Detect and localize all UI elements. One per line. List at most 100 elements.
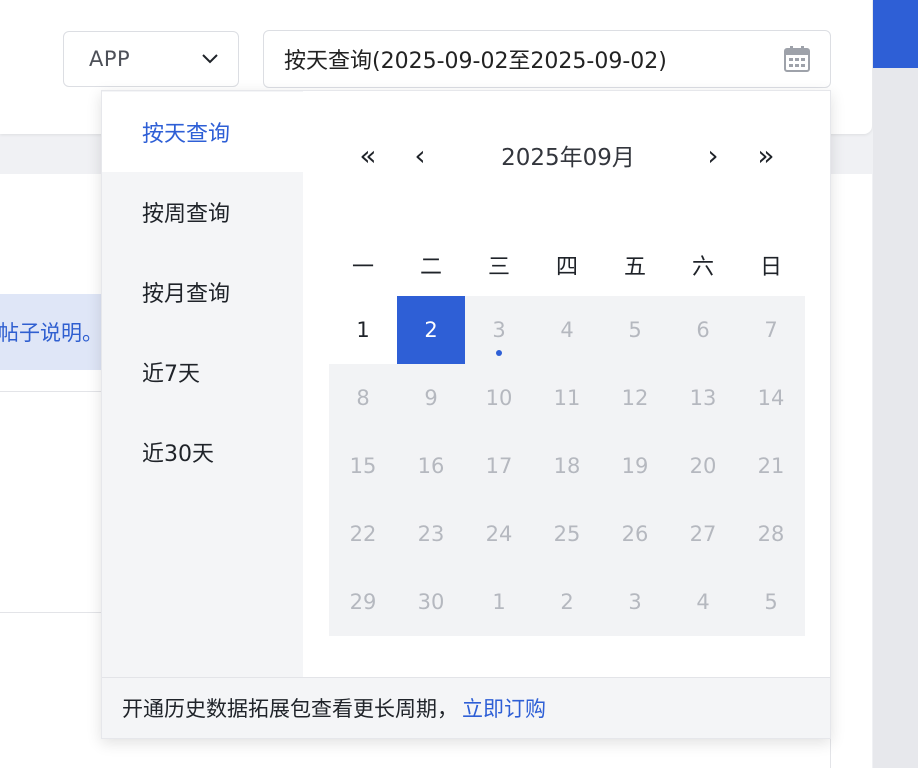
calendar-day: 1 — [465, 568, 533, 636]
calendar-day-label: 4 — [560, 318, 574, 342]
divider — [0, 391, 110, 392]
weekday-label: 六 — [691, 255, 714, 280]
quick-option-by-month[interactable]: 按月查询 — [102, 252, 303, 332]
calendar-day-label: 4 — [696, 590, 710, 614]
quick-option-by-week[interactable]: 按周查询 — [102, 172, 303, 252]
quick-range-menu: 按天查询 按周查询 按月查询 近7天 近30天 — [102, 91, 303, 677]
calendar-day-label: 2 — [560, 590, 574, 614]
calendar-day-label: 5 — [764, 590, 778, 614]
calendar-day-label: 7 — [764, 318, 778, 342]
calendar-day: 30 — [397, 568, 465, 636]
calendar-day-label: 26 — [621, 522, 649, 546]
calendar-day-label: 15 — [349, 454, 377, 478]
calendar-day: 5 — [737, 568, 805, 636]
calendar-day-selected[interactable]: 2 — [397, 296, 465, 364]
prev-month-button[interactable]: ‹ — [400, 135, 440, 175]
right-side-panel — [873, 68, 918, 768]
calendar-day-label: 10 — [485, 386, 513, 410]
calendar-day: 25 — [533, 500, 601, 568]
month-title: 2025年09月 — [501, 145, 635, 171]
calendar-day: 17 — [465, 432, 533, 500]
calendar-day: 2 — [533, 568, 601, 636]
calendar-day-label: 28 — [757, 522, 785, 546]
calendar-day-label: 1 — [356, 318, 370, 342]
calendar-day-label: 14 — [757, 386, 785, 410]
calendar-day-label: 27 — [689, 522, 717, 546]
calendar-day: 29 — [329, 568, 397, 636]
calendar-day-grid: 1 2 3 4 5 6 7 8 9 10 11 12 13 14 15 16 17 18 19 20 21 22 23 24 2… — [329, 296, 805, 636]
calendar-day-label: 1 — [492, 590, 506, 614]
calendar-day: 20 — [669, 432, 737, 500]
calendar-day-label: 3 — [628, 590, 642, 614]
quick-option-last-7-days[interactable]: 近7天 — [102, 332, 303, 412]
prev-year-button[interactable]: « — [348, 135, 388, 175]
platform-select[interactable]: APP — [63, 31, 239, 87]
calendar-day-label: 2 — [424, 318, 438, 342]
calendar-day-label: 18 — [553, 454, 581, 478]
calendar-day: 6 — [669, 296, 737, 364]
calendar-day: 15 — [329, 432, 397, 500]
calendar-day: 13 — [669, 364, 737, 432]
date-range-value: 按天查询(2025-09-02至2025-09-02) — [284, 49, 667, 74]
calendar-day: 7 — [737, 296, 805, 364]
calendar-day: 10 — [465, 364, 533, 432]
calendar-day-label: 24 — [485, 522, 513, 546]
calendar-day: 8 — [329, 364, 397, 432]
calendar-day-label: 6 — [696, 318, 710, 342]
calendar-day-label: 23 — [417, 522, 445, 546]
calendar-icon[interactable] — [784, 46, 810, 72]
notice-text: 帖子说明。 — [0, 321, 103, 345]
calendar-day-label: 9 — [424, 386, 438, 410]
next-month-button[interactable]: › — [693, 135, 733, 175]
calendar-day: 11 — [533, 364, 601, 432]
calendar-day: 24 — [465, 500, 533, 568]
calendar-day: 4 — [533, 296, 601, 364]
calendar-day: 3 — [601, 568, 669, 636]
notice-banner: 帖子说明。 — [0, 294, 110, 370]
calendar-day-label: 19 — [621, 454, 649, 478]
calendar-panel: « ‹ 2025年09月 › » 一 二 三 四 五 六 日 123456789… — [303, 91, 830, 677]
calendar-day-label: 29 — [349, 590, 377, 614]
subscribe-link[interactable]: 立即订购 — [462, 693, 546, 723]
calendar-day-label: 8 — [356, 386, 370, 410]
chevron-down-icon — [200, 49, 220, 69]
date-range-input[interactable]: 按天查询(2025-09-02至2025-09-02) — [263, 30, 831, 88]
weekday-label: 五 — [623, 255, 646, 280]
calendar-day-label: 3 — [492, 318, 506, 342]
weekday-label: 三 — [487, 255, 510, 280]
calendar-day: 22 — [329, 500, 397, 568]
weekday-label: 二 — [419, 255, 442, 280]
divider — [0, 612, 110, 613]
calendar-day-label: 20 — [689, 454, 717, 478]
calendar-day: 28 — [737, 500, 805, 568]
calendar-day: 21 — [737, 432, 805, 500]
calendar-day: 26 — [601, 500, 669, 568]
calendar-day-label: 5 — [628, 318, 642, 342]
calendar-day: 19 — [601, 432, 669, 500]
date-picker-dropdown: 按天查询 按周查询 按月查询 近7天 近30天 « ‹ 2025年09月 › »… — [101, 90, 831, 739]
calendar-day: 18 — [533, 432, 601, 500]
calendar-day: 3 — [465, 296, 533, 364]
quick-option-last-30-days[interactable]: 近30天 — [102, 412, 303, 492]
calendar-day-label: 13 — [689, 386, 717, 410]
calendar-day: 27 — [669, 500, 737, 568]
platform-select-value: APP — [89, 47, 131, 71]
calendar-day-label: 25 — [553, 522, 581, 546]
calendar-day[interactable]: 1 — [329, 296, 397, 364]
upgrade-text: 开通历史数据拓展包查看更长周期， — [122, 697, 458, 721]
next-year-button[interactable]: » — [746, 135, 786, 175]
calendar-day: 5 — [601, 296, 669, 364]
calendar-day: 4 — [669, 568, 737, 636]
calendar-day: 12 — [601, 364, 669, 432]
calendar-day: 23 — [397, 500, 465, 568]
today-indicator-dot — [496, 350, 502, 356]
calendar-day: 9 — [397, 364, 465, 432]
weekday-label: 四 — [555, 255, 578, 280]
weekday-label: 日 — [759, 255, 782, 280]
calendar-day-label: 11 — [553, 386, 581, 410]
calendar-day-label: 22 — [349, 522, 377, 546]
header-accent-block — [873, 0, 918, 68]
calendar-day: 16 — [397, 432, 465, 500]
upgrade-footer: 开通历史数据拓展包查看更长周期， 立即订购 — [102, 677, 830, 738]
quick-option-by-day[interactable]: 按天查询 — [102, 92, 303, 172]
